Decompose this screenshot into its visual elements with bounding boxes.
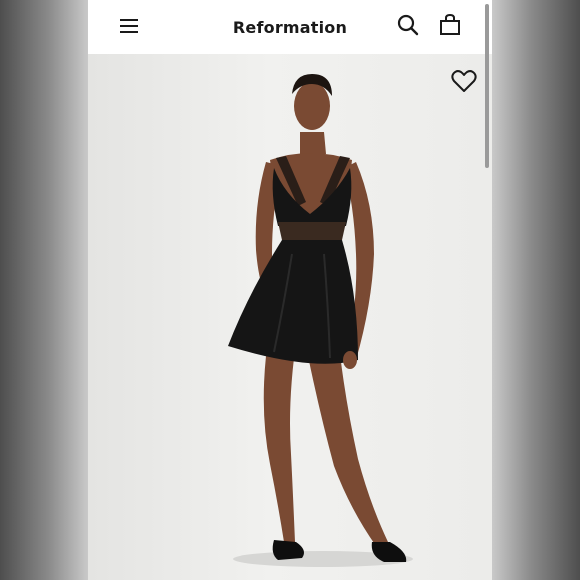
search-icon[interactable] [396,13,420,37]
background-left-blur [0,0,88,580]
left-shoe [272,540,304,560]
dress-skirt [228,240,358,364]
neck [300,132,326,154]
head [294,82,330,130]
background-right-blur [492,0,580,580]
heart-outline-icon[interactable] [450,68,478,94]
left-leg [263,356,295,542]
hamburger-menu-icon[interactable] [118,15,140,37]
product-image[interactable] [88,54,492,580]
scrollbar[interactable] [485,4,489,168]
phone-screen: Reformation [88,0,492,580]
top-nav-bar: Reformation [88,0,492,54]
right-hand [343,351,357,369]
model-figure [228,74,413,567]
shopping-bag-icon[interactable] [438,13,462,37]
brand-logo[interactable]: Reformation [233,18,347,37]
dress-lace-waist [278,222,346,240]
right-leg [308,354,388,546]
